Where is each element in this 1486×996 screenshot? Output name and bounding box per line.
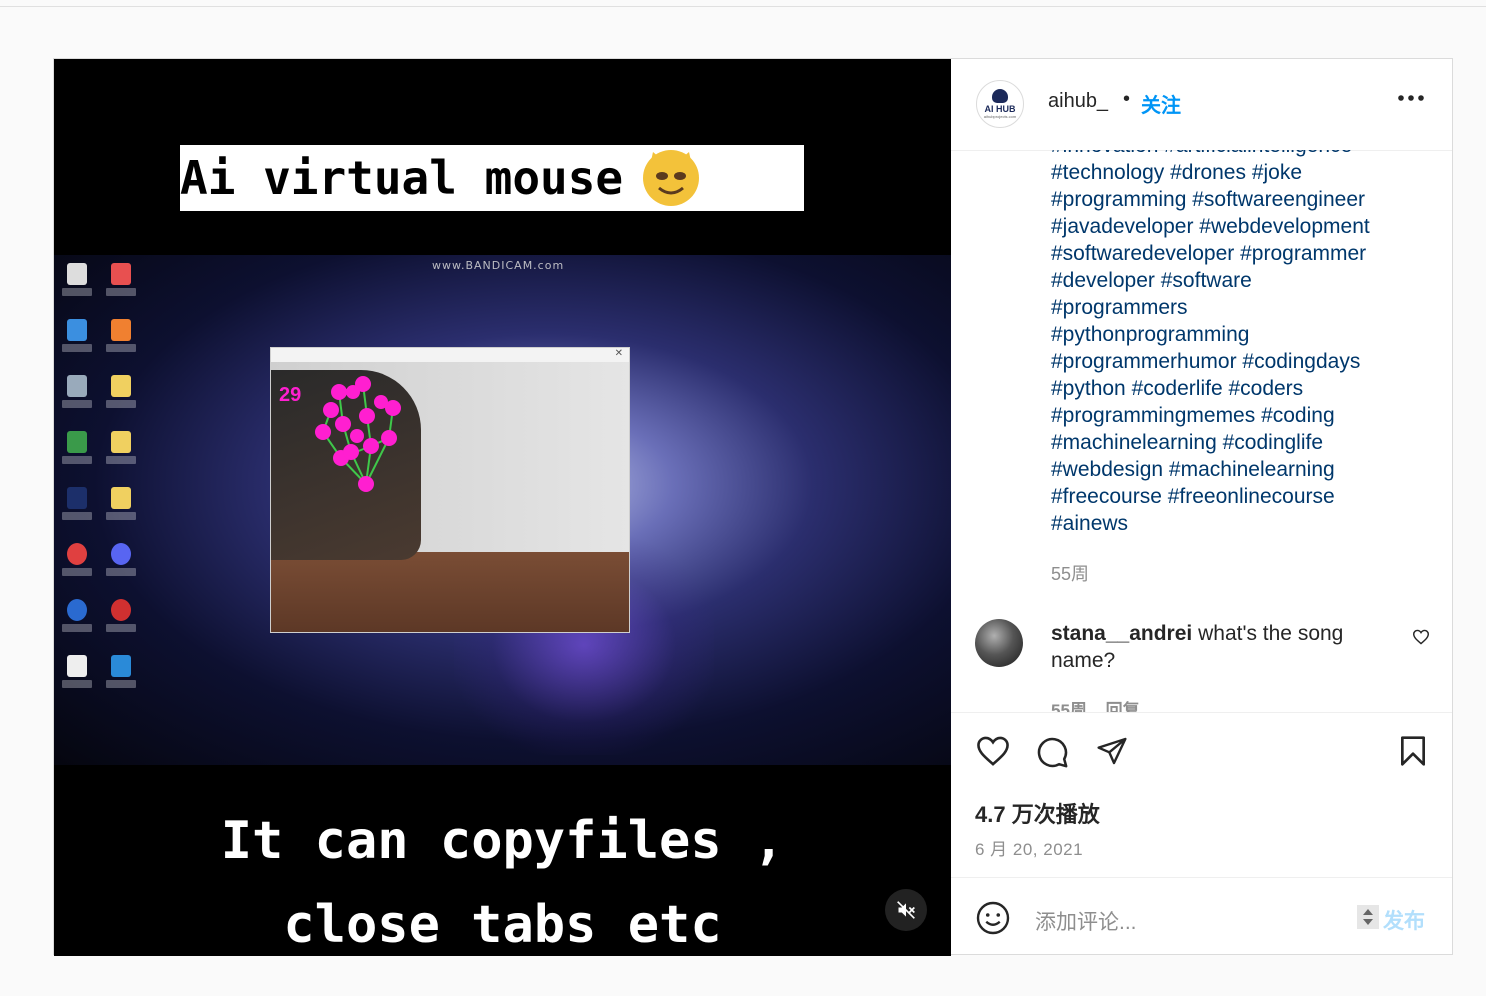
hashtag-line[interactable]: #programmerhumor #codingdays	[1051, 348, 1411, 375]
more-dots-icon	[1398, 95, 1424, 101]
smiley-icon	[976, 901, 1010, 935]
hashtag-line[interactable]: #softwaredeveloper #programmer	[1051, 240, 1411, 267]
hashtag-line[interactable]: #ainews	[1051, 510, 1411, 537]
comment-input[interactable]: 添加评论...	[1035, 906, 1137, 936]
hashtag-line[interactable]: #freecourse #freeonlinecourse	[1051, 483, 1411, 510]
webcam-feed: 29	[271, 362, 629, 632]
add-comment-bar: 添加评论... 发布	[951, 877, 1452, 955]
resize-spinner-icon	[1357, 905, 1379, 929]
hashtag-line[interactable]: #programmers	[1051, 294, 1411, 321]
hashtag-line[interactable]: #programming #softwareengineer	[1051, 186, 1411, 213]
hashtag-line[interactable]: #machinelearning #codinglife	[1051, 429, 1411, 456]
caption-top-text: Ai virtual mouse	[180, 151, 624, 205]
paper-plane-icon	[1097, 737, 1127, 765]
post-side-panel: AI HUB aihubprojects.com aihub_ • 关注 #in…	[951, 59, 1452, 954]
cat-emoji-icon	[643, 149, 700, 206]
video-caption-top: Ai virtual mouse	[180, 145, 804, 211]
reply-button[interactable]: 回复	[1106, 701, 1140, 712]
caption-bottom-line2: close tabs etc	[283, 895, 722, 955]
top-divider	[0, 6, 1486, 7]
more-options-button[interactable]	[1397, 89, 1425, 107]
post-date: 6 月 20, 2021	[975, 840, 1084, 859]
brain-logo-icon	[992, 89, 1008, 103]
view-count[interactable]: 4.7 万次播放	[975, 797, 1100, 829]
comment-like-button[interactable]	[1412, 629, 1430, 650]
close-icon: ✕	[614, 348, 623, 359]
comments-scroll-area[interactable]: #innovation #artificialintelligence #tec…	[951, 150, 1452, 712]
hashtag-line[interactable]: #developer #software	[1051, 267, 1411, 294]
separator-dot: •	[1123, 88, 1131, 110]
bookmark-icon	[1401, 736, 1425, 766]
heart-icon	[977, 736, 1009, 766]
heart-icon	[1412, 629, 1430, 645]
comment-avatar[interactable]	[975, 619, 1023, 667]
hashtag-line[interactable]: #javadeveloper #webdevelopment	[1051, 213, 1411, 240]
webcam-window: ✕ 29	[270, 347, 630, 633]
post-comment-button[interactable]: 发布	[1383, 905, 1425, 935]
username-link[interactable]: aihub_	[1048, 90, 1108, 113]
hashtag-line[interactable]: #technology #drones #joke	[1051, 159, 1411, 186]
caption-timestamp: 55周	[1051, 564, 1090, 584]
hashtag-line[interactable]: #python #coderlife #coders	[1051, 375, 1411, 402]
avatar-logo-text: AI HUB	[984, 104, 1016, 114]
comment-bubble-icon	[1037, 737, 1068, 768]
bandicam-watermark: www.BANDICAM.com	[432, 259, 565, 272]
avatar-logo-subtext: aihubprojects.com	[983, 114, 1017, 119]
hand-landmarks	[315, 376, 401, 492]
hashtag-line[interactable]: #webdesign #machinelearning	[1051, 456, 1411, 483]
avatar[interactable]: AI HUB aihubprojects.com	[976, 80, 1024, 128]
comment-timestamp: 55周	[1051, 701, 1087, 712]
comment-username[interactable]: stana__andrei	[1051, 622, 1192, 645]
post-actions: 4.7 万次播放 6 月 20, 2021	[951, 712, 1452, 878]
share-button[interactable]	[1095, 735, 1129, 772]
save-button[interactable]	[1399, 735, 1427, 772]
hashtag-line[interactable]: #innovation #artificialintelligence	[1051, 150, 1411, 159]
follow-button[interactable]: 关注	[1141, 89, 1181, 118]
post-modal: Ai virtual mouse www.BANDICAM.com ✕ 29 I…	[53, 58, 1453, 956]
like-button[interactable]	[975, 735, 1011, 772]
mute-button[interactable]	[885, 889, 927, 931]
post-header: AI HUB aihubprojects.com aihub_ • 关注	[951, 59, 1452, 151]
video-player[interactable]: Ai virtual mouse www.BANDICAM.com ✕ 29 I…	[54, 59, 951, 956]
caption-hashtags: #innovation #artificialintelligence #tec…	[1051, 150, 1411, 537]
comment-meta: 55周 回复	[1051, 696, 1154, 712]
caption-bottom-line1: It can copyfiles ,	[220, 811, 785, 871]
hashtag-line[interactable]: #pythonprogramming	[1051, 321, 1411, 348]
hashtag-line[interactable]: #programmingmemes #coding	[1051, 402, 1411, 429]
comment-body: stana__andrei what's the song name?	[1051, 620, 1381, 674]
speaker-muted-icon	[897, 901, 915, 919]
desktop-screen: www.BANDICAM.com ✕ 29	[54, 255, 951, 765]
video-caption-bottom: It can copyfiles , close tabs etc	[54, 799, 951, 956]
emoji-button[interactable]	[975, 900, 1011, 941]
comment-button[interactable]	[1035, 735, 1069, 774]
